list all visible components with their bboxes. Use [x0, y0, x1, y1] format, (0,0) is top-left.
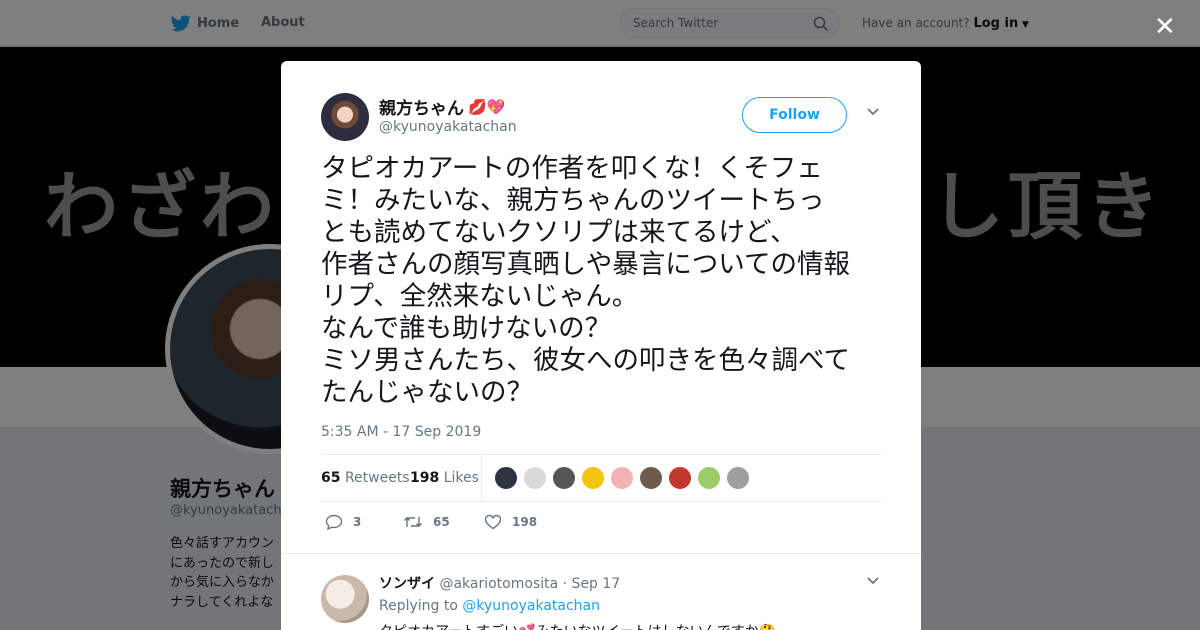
like-action-count: 198 [512, 515, 538, 529]
reply-author-avatar[interactable] [321, 575, 369, 623]
replying-handle-link[interactable]: @kyunoyakatachan [462, 598, 600, 614]
retweets-stat[interactable]: 65 Retweets [321, 470, 410, 486]
follow-button[interactable]: Follow [742, 97, 847, 133]
reply-icon [325, 514, 343, 530]
retweet-icon [404, 517, 422, 527]
reply-text: タピオカアートすごい💕みたいなツイートはしないんですか🤔 [379, 621, 776, 630]
reply-author-handle[interactable]: @akariotomosita [439, 576, 558, 592]
chevron-down-icon[interactable] [866, 576, 880, 586]
retweets-label: Retweets [344, 470, 410, 486]
tweet-timestamp[interactable]: 5:35 AM - 17 Sep 2019 [321, 424, 481, 440]
reply-divider [281, 553, 921, 554]
close-icon[interactable]: ✕ [1154, 12, 1176, 42]
tweet-stats: 65 Retweets 198 Likes [321, 454, 881, 502]
reply-header: ソンザイ @akariotomosita · Sep 17 [379, 573, 620, 593]
replying-label: Replying to [379, 598, 458, 614]
liker-avatar[interactable] [639, 466, 663, 490]
heart-icon [484, 514, 502, 530]
reply-author-name[interactable]: ソンザイ [379, 576, 435, 592]
liker-avatar[interactable] [668, 466, 692, 490]
retweet-button[interactable]: 65 [403, 514, 450, 530]
author-avatar[interactable] [321, 93, 369, 141]
author-name-row[interactable]: 親方ちゃん 💋💖 [379, 94, 506, 120]
likes-count: 198 [410, 470, 440, 486]
liker-avatar[interactable] [697, 466, 721, 490]
liker-avatar[interactable] [523, 466, 547, 490]
liker-avatar[interactable] [494, 466, 518, 490]
retweets-count: 65 [321, 470, 341, 486]
reply-count: 3 [353, 515, 362, 529]
author-handle[interactable]: @kyunoyakatachan [379, 119, 517, 135]
author-emoji: 💋💖 [468, 97, 506, 116]
replying-to: Replying to @kyunoyakatachan [379, 598, 600, 614]
reply-button[interactable]: 3 [325, 514, 361, 530]
likes-label: Likes [443, 470, 479, 486]
liker-avatar[interactable] [581, 466, 605, 490]
stats-divider [481, 455, 482, 501]
liker-avatar[interactable] [726, 466, 750, 490]
likes-stat[interactable]: 198 Likes [410, 470, 479, 486]
liker-avatar[interactable] [610, 466, 634, 490]
tweet-modal: 親方ちゃん 💋💖 @kyunoyakatachan Follow タピオカアート… [281, 61, 921, 630]
tweet-text: タピオカアートの作者を叩くな！くそフェ ミ！みたいな、親方ちゃんのツイートちっ … [321, 153, 850, 408]
retweet-action-count: 65 [433, 515, 450, 529]
chevron-down-icon[interactable] [866, 107, 880, 117]
author-name: 親方ちゃん [379, 99, 464, 119]
liker-avatar[interactable] [552, 466, 576, 490]
reply-date[interactable]: · Sep 17 [563, 576, 621, 592]
tweet-actions: 3 65 198 [321, 514, 881, 534]
like-button[interactable]: 198 [484, 514, 537, 530]
